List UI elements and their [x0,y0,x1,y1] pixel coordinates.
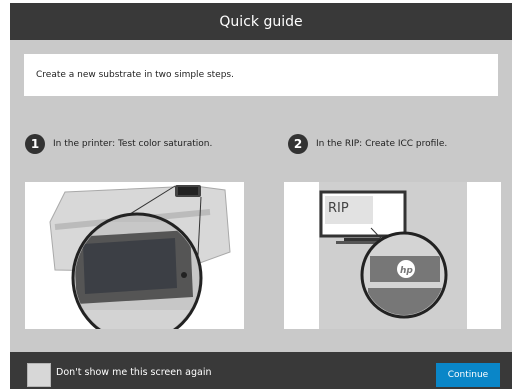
continue-button-label: Continue [447,370,489,380]
hp-logo: hp [400,266,413,276]
step-1: 1 In the printer: Test color saturation. [25,134,212,154]
printer-illustration [25,182,244,329]
quick-guide-dialog: Quick guide Create a new substrate in tw… [10,3,512,389]
step-2: 2 In the RIP: Create ICC profile. [288,134,447,154]
step-1-number-badge: 1 [25,134,45,154]
title-bar: Quick guide [10,3,512,40]
rip-illustration: RIP hp [284,182,501,329]
dont-show-again-checkbox[interactable] [27,363,51,387]
step-1-label: In the printer: Test color saturation. [53,139,213,149]
continue-button[interactable]: Continue [436,363,500,387]
dialog-title: Quick guide [219,13,303,30]
intro-box: Create a new substrate in two simple ste… [24,54,498,96]
rip-screen-label: RIP [328,201,349,216]
intro-text: Create a new substrate in two simple ste… [36,70,234,80]
printer-graphic [49,185,231,329]
dont-show-again-label: Don't show me this screen again [56,367,212,378]
step-2-number-badge: 2 [288,134,308,154]
step-2-label: In the RIP: Create ICC profile. [316,139,448,149]
rip-graphic: RIP hp [319,182,467,329]
footer-bar: Don't show me this screen again Continue [10,352,512,389]
